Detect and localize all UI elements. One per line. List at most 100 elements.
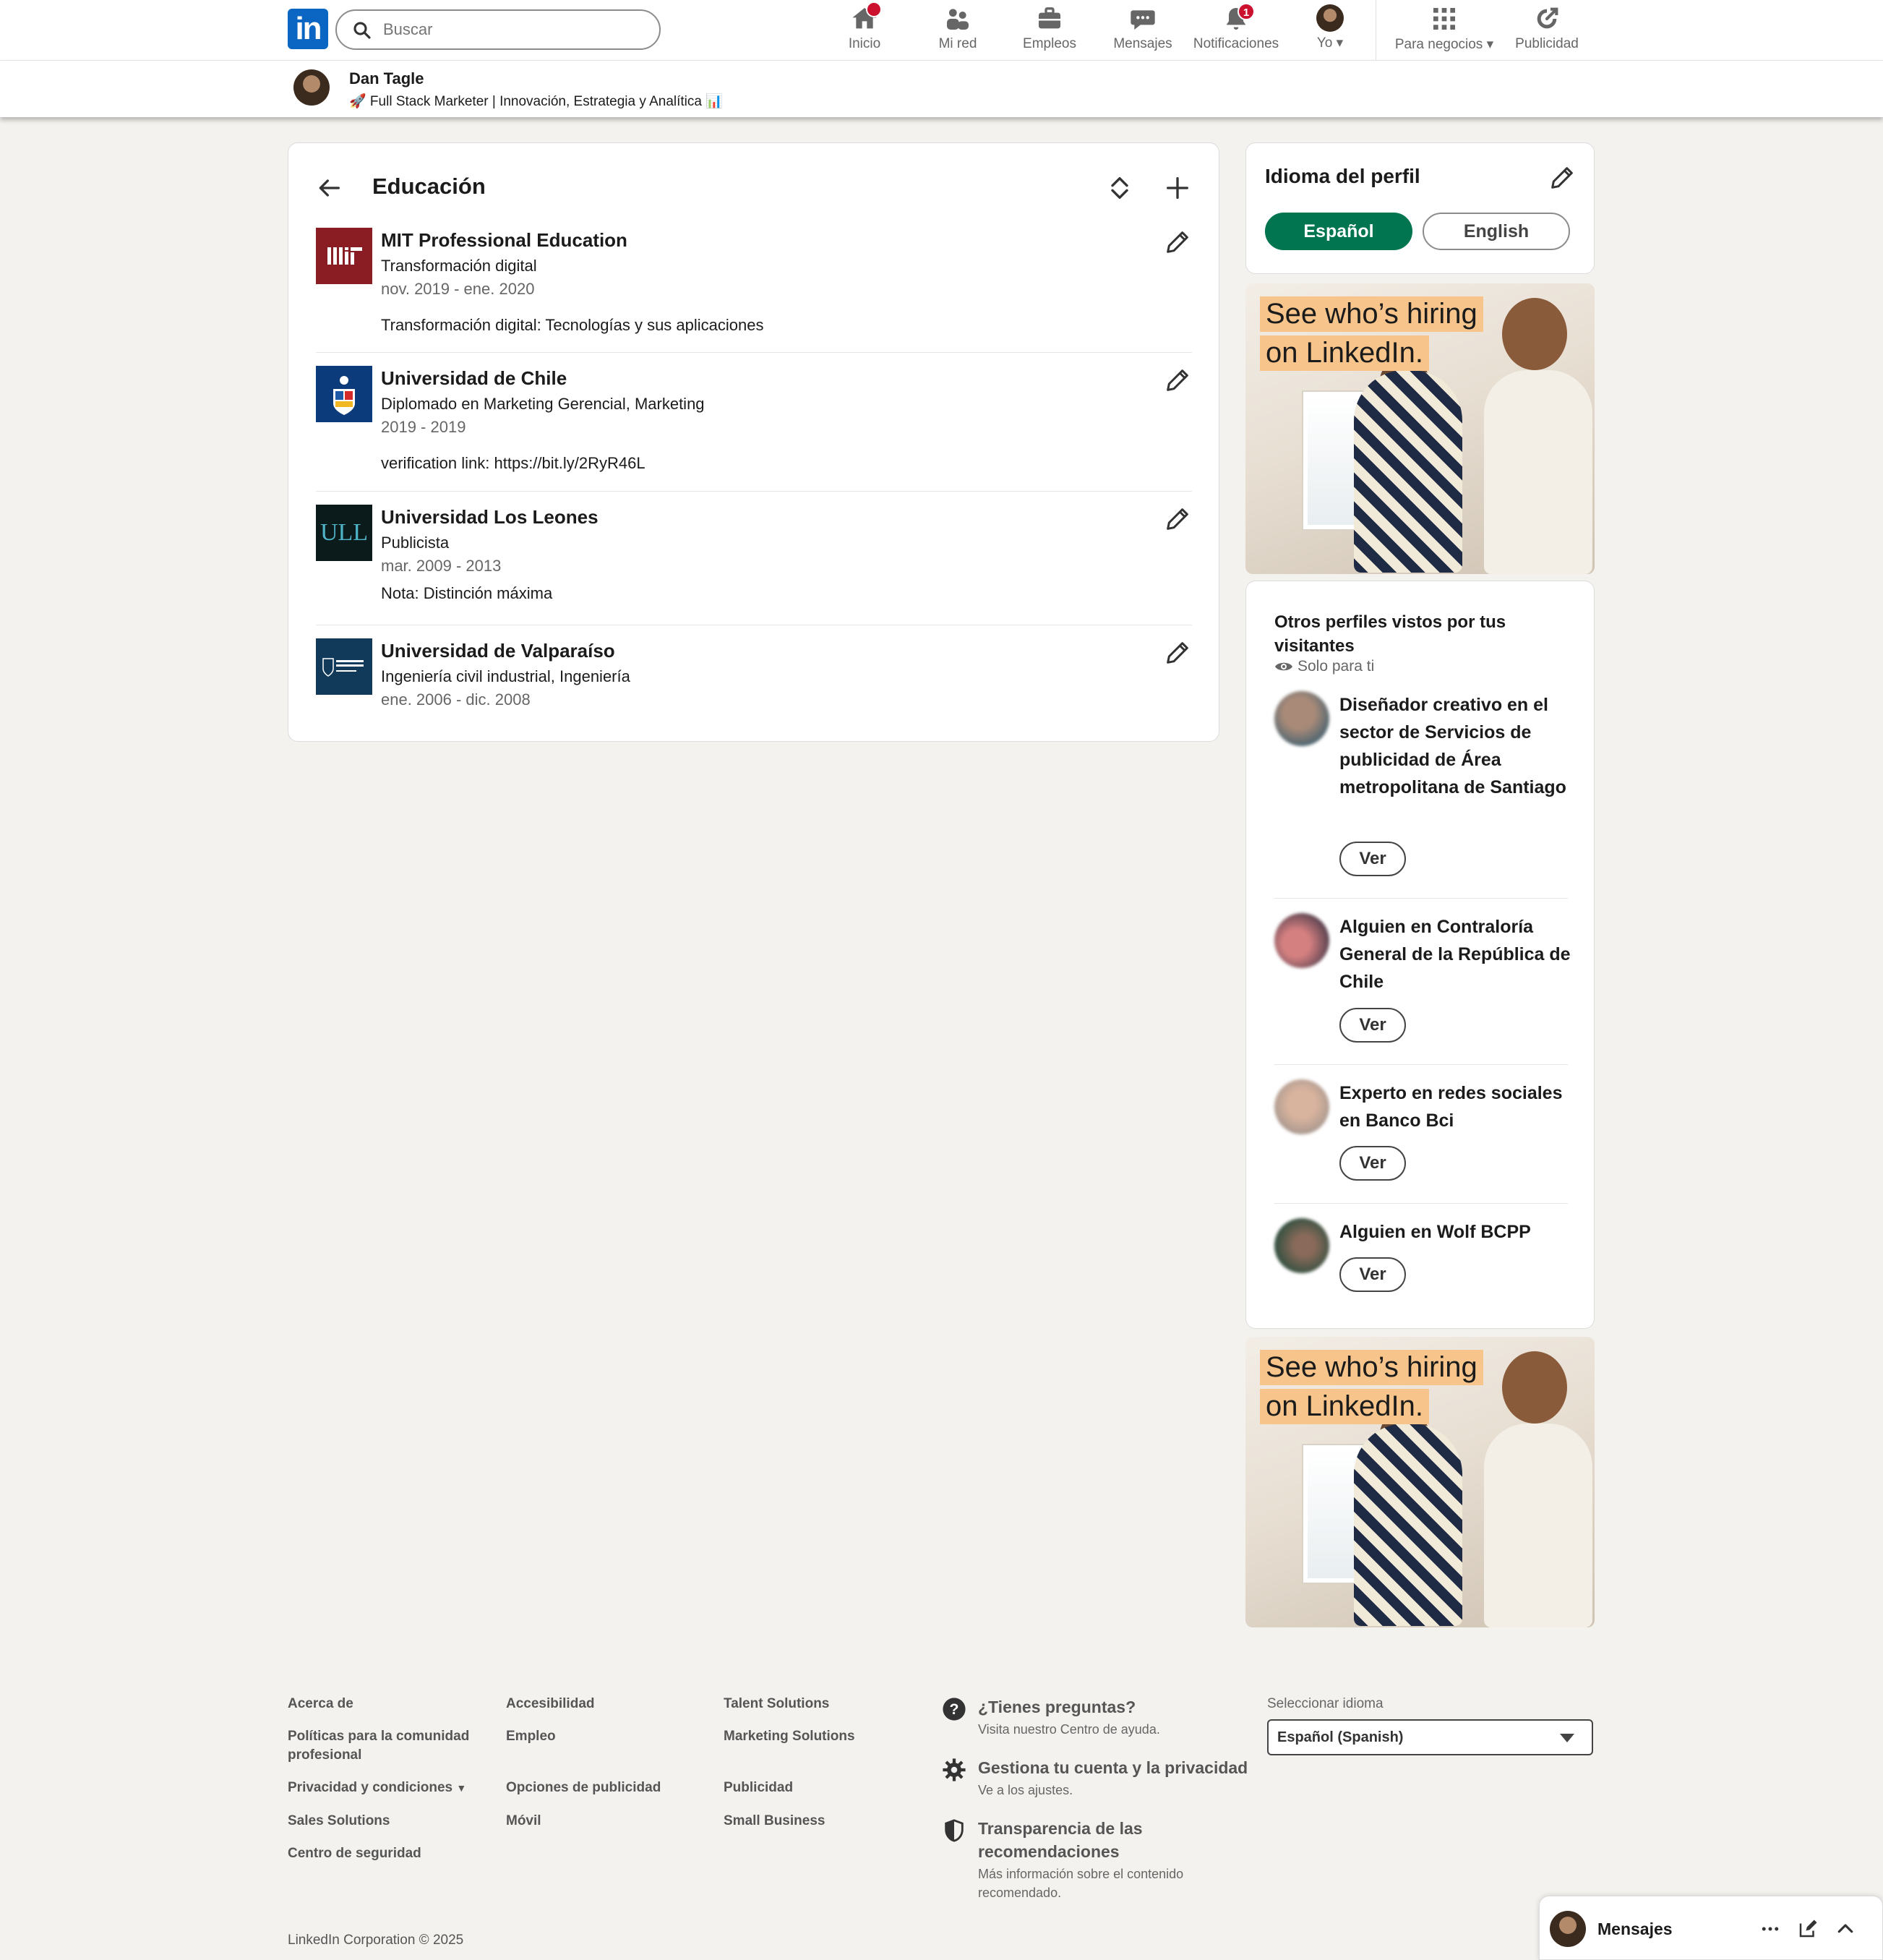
ad-person-graphic — [1484, 370, 1592, 574]
mit-logo[interactable] — [316, 228, 372, 284]
search-box[interactable] — [335, 9, 661, 50]
other-profiles-card: Otros perfiles vistos por tus visitantes… — [1245, 581, 1595, 1329]
copyright: LinkedIn Corporation © 2025 — [288, 1933, 464, 1948]
dates: nov. 2019 - ene. 2020 — [381, 280, 535, 298]
footer-link[interactable]: Centro de seguridad — [288, 1844, 421, 1863]
avatar[interactable] — [1274, 913, 1329, 968]
footer-link[interactable]: Móvil — [506, 1812, 541, 1831]
edit-pencil-icon[interactable] — [1163, 228, 1192, 257]
education-entry: Universidad de Chile Diplomado en Market… — [316, 366, 1192, 482]
profile-language-title: Idioma del perfil — [1265, 165, 1420, 187]
help-item[interactable]: Gestiona tu cuenta y la privacidad Ve a … — [942, 1756, 1248, 1797]
nav-label: Mi red — [938, 36, 977, 51]
language-english-button[interactable]: English — [1423, 213, 1570, 250]
footer-link[interactable]: Small Business — [724, 1812, 825, 1831]
add-icon[interactable] — [1163, 172, 1192, 204]
nav-publicidad[interactable]: Publicidad — [1511, 4, 1583, 58]
footer-link[interactable]: Acerca de — [288, 1695, 353, 1713]
language-select[interactable]: Español (Spanish) — [1267, 1719, 1593, 1755]
help-item[interactable]: Transparencia de las recomendaciones Más… — [942, 1817, 1245, 1904]
school-name[interactable]: Universidad de Valparaíso — [381, 640, 615, 662]
ver-button[interactable]: Ver — [1339, 1146, 1406, 1181]
ad-person-graphic — [1484, 1424, 1592, 1627]
help-title: Gestiona tu cuenta y la privacidad — [978, 1758, 1248, 1777]
nav-inicio[interactable]: Inicio — [836, 1, 893, 58]
school-name[interactable]: MIT Professional Education — [381, 229, 627, 252]
profile-headline: 🚀 Full Stack Marketer | Innovación, Estr… — [349, 94, 723, 109]
footer-link[interactable]: Opciones de publicidad — [506, 1779, 661, 1797]
divider — [1274, 1203, 1568, 1204]
chat-icon — [1128, 4, 1157, 33]
profile-avatar[interactable] — [293, 69, 330, 106]
visitor-name[interactable]: Experto en redes sociales en Banco Bci — [1339, 1079, 1571, 1134]
avatar — [1550, 1911, 1586, 1947]
caret-down-icon — [1560, 1734, 1574, 1742]
avatar[interactable] — [1274, 1079, 1329, 1134]
universidad-de-valparaiso-logo[interactable] — [316, 638, 372, 695]
shield-icon — [945, 1819, 964, 1842]
ver-button[interactable]: Ver — [1339, 842, 1406, 876]
private-note: Solo para ti — [1297, 658, 1375, 675]
footer-link[interactable]: Políticas para la comunidad profesional — [288, 1727, 483, 1765]
footer-link[interactable]: Privacidad y condiciones ▼ — [288, 1779, 466, 1797]
ver-button[interactable]: Ver — [1339, 1257, 1406, 1292]
help-item[interactable]: ? ¿Tienes preguntas? Visita nuestro Cent… — [942, 1695, 1245, 1737]
search-input[interactable] — [383, 17, 643, 43]
universidad-de-chile-logo[interactable] — [316, 366, 372, 422]
grid-icon — [1430, 4, 1459, 33]
nav-para-negocios[interactable]: Para negocios ▾ — [1386, 4, 1502, 58]
nav-yo[interactable]: Yo ▾ — [1301, 4, 1359, 58]
edit-pencil-icon[interactable] — [1548, 163, 1577, 192]
visitor-name[interactable]: Alguien en Wolf BCPP — [1339, 1218, 1571, 1246]
nav-mi-red[interactable]: Mi red — [929, 4, 987, 58]
footer-link[interactable]: Accesibilidad — [506, 1695, 595, 1713]
nav-notificaciones[interactable]: 1 Notificaciones — [1188, 3, 1284, 58]
divider — [316, 491, 1192, 492]
network-icon — [943, 4, 972, 33]
nav-mensajes[interactable]: Mensajes — [1110, 4, 1176, 58]
nav-label: Publicidad — [1515, 36, 1579, 51]
edit-pencil-icon[interactable] — [1163, 638, 1192, 667]
ver-button[interactable]: Ver — [1339, 1008, 1406, 1043]
chevron-up-icon[interactable] — [1835, 1918, 1856, 1940]
messaging-bar[interactable]: Mensajes — [1539, 1896, 1883, 1960]
footer-link[interactable]: Publicidad — [724, 1779, 793, 1797]
nav-empleos[interactable]: Empleos — [1021, 4, 1078, 58]
visitor-name[interactable]: Alguien en Contraloría General de la Rep… — [1339, 913, 1571, 996]
footer-link[interactable]: Talent Solutions — [724, 1695, 829, 1713]
nav-label: Yo — [1316, 35, 1333, 51]
avatar[interactable] — [1274, 1218, 1329, 1273]
education-entry: ULL Universidad Los Leones Publicista ma… — [316, 505, 1192, 613]
hiring-ad[interactable]: See who’s hiring on LinkedIn. — [1245, 283, 1595, 574]
universidad-los-leones-logo[interactable]: ULL — [316, 505, 372, 561]
visitor-name[interactable]: Diseñador creativo en el sector de Servi… — [1339, 691, 1571, 801]
nav-label: Empleos — [1023, 36, 1076, 51]
degree: Transformación digital — [381, 257, 537, 275]
language-select-label: Seleccionar idioma — [1267, 1696, 1384, 1711]
school-name[interactable]: Universidad Los Leones — [381, 506, 599, 528]
footer-link[interactable]: Marketing Solutions — [724, 1727, 855, 1746]
caret-down-icon: ▾ — [1486, 37, 1494, 52]
reorder-icon[interactable] — [1105, 172, 1134, 204]
ad-person-graphic — [1354, 1424, 1462, 1626]
language-select-value: Español (Spanish) — [1277, 1729, 1404, 1745]
back-arrow-icon[interactable] — [314, 174, 343, 202]
caret-down-icon: ▾ — [1336, 35, 1344, 51]
ad-headline: See who’s hiring — [1260, 296, 1483, 332]
hiring-ad[interactable]: See who’s hiring on LinkedIn. — [1245, 1337, 1595, 1627]
edit-pencil-icon[interactable] — [1163, 505, 1192, 534]
more-options-icon[interactable] — [1759, 1918, 1781, 1940]
school-name[interactable]: Universidad de Chile — [381, 367, 567, 390]
profile-name[interactable]: Dan Tagle — [349, 69, 424, 88]
ad-headline: See who’s hiring — [1260, 1350, 1483, 1385]
dates: 2019 - 2019 — [381, 418, 466, 436]
nav-label: Para negocios — [1394, 37, 1483, 52]
compose-icon[interactable] — [1797, 1918, 1819, 1940]
linkedin-logo[interactable]: in — [288, 9, 328, 49]
education-card: Educación MIT Professional Education Tra… — [288, 142, 1219, 742]
language-espanol-button[interactable]: Español — [1265, 213, 1412, 250]
avatar[interactable] — [1274, 691, 1329, 746]
edit-pencil-icon[interactable] — [1163, 366, 1192, 395]
footer-link[interactable]: Empleo — [506, 1727, 556, 1746]
footer-link[interactable]: Sales Solutions — [288, 1812, 390, 1831]
